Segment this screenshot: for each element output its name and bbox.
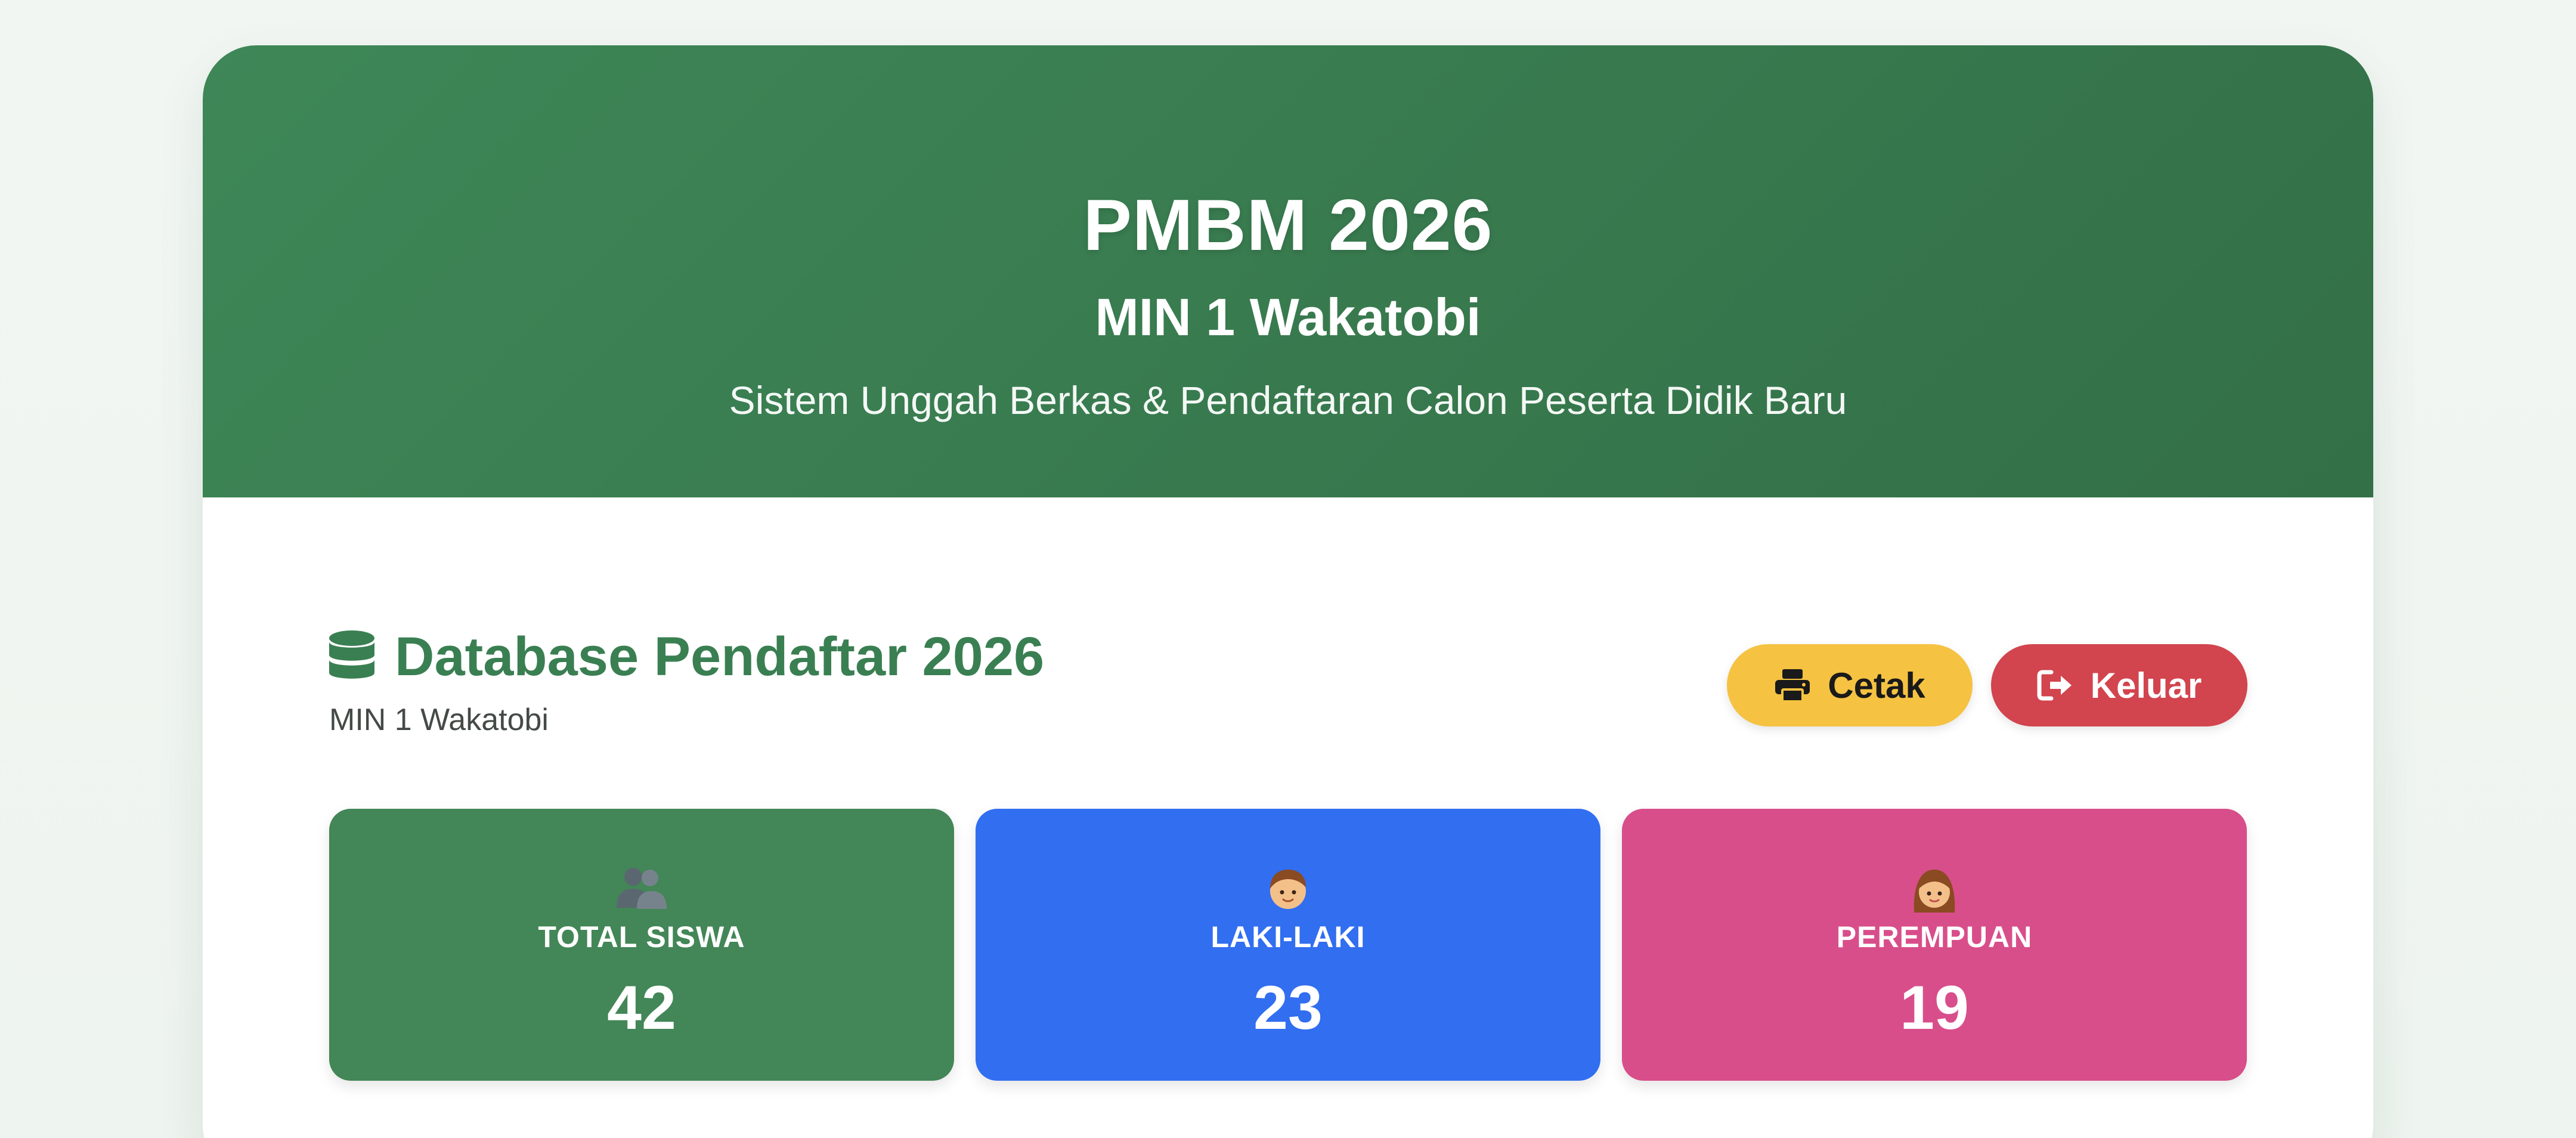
page-title: PMBM 2026 [1083, 184, 1493, 265]
logout-icon [2037, 670, 2072, 701]
stat-label-female: PEREMPUAN [1836, 920, 2033, 954]
girl-icon [1914, 870, 1955, 913]
stat-value-female: 19 [1900, 973, 1969, 1043]
header-banner: PMBM 2026 MIN 1 Wakatobi Sistem Unggah B… [203, 45, 2373, 497]
main-card: PMBM 2026 MIN 1 Wakatobi Sistem Unggah B… [203, 45, 2373, 1138]
users-icon [617, 868, 667, 909]
stat-card-male: LAKI-LAKI 23 [976, 809, 1600, 1081]
printer-icon [1775, 669, 1810, 703]
stat-label-male: LAKI-LAKI [1210, 920, 1366, 954]
print-button-label: Cetak [1828, 665, 1925, 706]
stat-card-female: PEREMPUAN 19 [1622, 809, 2247, 1081]
boy-icon [1270, 870, 1306, 909]
print-button[interactable]: Cetak [1727, 644, 1973, 726]
stat-card-total: TOTAL SISWA 42 [329, 809, 954, 1081]
logout-button-label: Keluar [2090, 665, 2202, 706]
dashboard-title: Database Pendaftar 2026 [395, 626, 1045, 687]
logout-button[interactable]: Keluar [1991, 644, 2247, 726]
dashboard-subtitle: MIN 1 Wakatobi [329, 703, 549, 737]
stat-value-male: 23 [1253, 973, 1323, 1043]
school-name: MIN 1 Wakatobi [1095, 287, 1481, 347]
page: PMBM 2026 MIN 1 Wakatobi Sistem Unggah B… [0, 0, 2576, 1138]
header-description: Sistem Unggah Berkas & Pendaftaran Calon… [729, 378, 1847, 422]
database-icon [329, 630, 374, 679]
stat-value-total: 42 [607, 973, 676, 1043]
stat-label-total: TOTAL SISWA [538, 920, 745, 954]
